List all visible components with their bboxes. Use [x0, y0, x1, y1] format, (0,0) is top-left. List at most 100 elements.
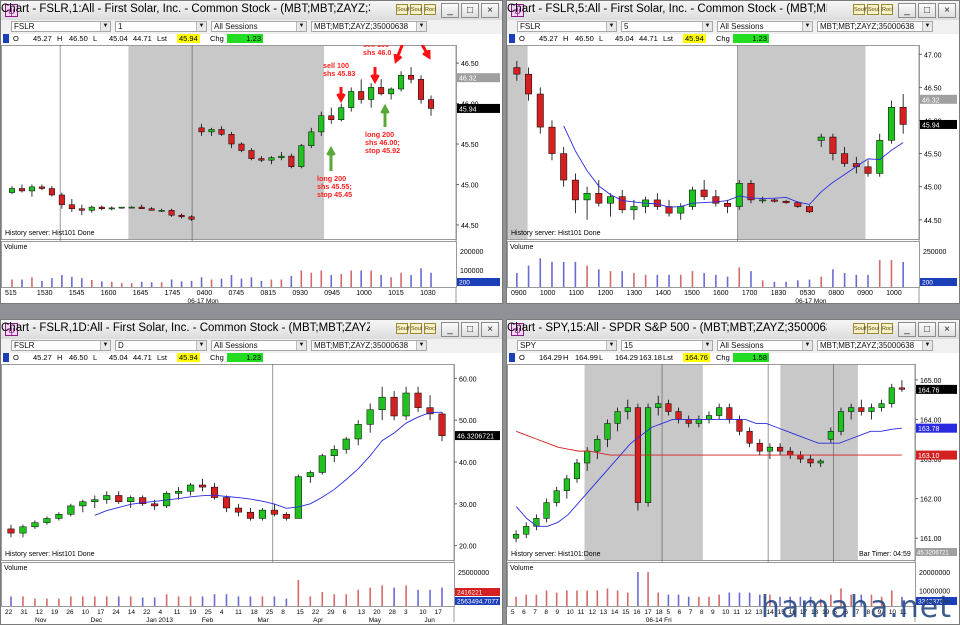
session-select[interactable]: All Sessions ▼ — [717, 21, 813, 32]
candle — [282, 512, 290, 521]
quote-low-value: 45.04 — [109, 353, 128, 362]
time-tick-label: 17 — [97, 609, 105, 616]
time-tick-label: 4 — [158, 609, 162, 616]
price-tick-label: 44.50 — [924, 218, 942, 225]
volume-bar — [555, 592, 558, 606]
maximize-icon[interactable]: □ — [918, 322, 936, 337]
link-badge[interactable]: Soulf — [853, 323, 867, 334]
maximize-icon[interactable]: □ — [461, 322, 479, 337]
candle — [735, 180, 743, 210]
volume-value-badge-red-text: 2416221 — [457, 590, 483, 597]
quote-last-value: 45.94 — [177, 34, 200, 43]
title-bar[interactable]: ψ Chart - FSLR,5:All - First Solar, Inc. … — [507, 1, 959, 21]
volume-bar — [180, 281, 183, 287]
close-icon[interactable]: × — [938, 3, 956, 18]
link-badge[interactable]: Rocl — [881, 323, 893, 334]
volume-bar — [270, 279, 273, 287]
volume-bar — [535, 594, 538, 606]
interval-select[interactable]: D ▼ — [115, 340, 207, 351]
candle — [91, 495, 99, 508]
minimize-icon[interactable]: _ — [441, 3, 459, 18]
session-select[interactable]: All Sessions ▼ — [211, 340, 307, 351]
volume-bar — [441, 587, 443, 606]
history-status-text: History server: Hist101:Done — [511, 551, 601, 558]
route-select[interactable]: MBT;MBT;ZAYZ;35000638 ▼ — [311, 21, 427, 32]
symbol-select[interactable]: FSLR ▼ — [11, 21, 111, 32]
chart-window-fslr-daily[interactable]: ψ Chart - FSLR,1D:All - First Solar, Inc.… — [0, 319, 503, 625]
maximize-icon[interactable]: □ — [918, 3, 936, 18]
chart-window-fslr-1min[interactable]: ψ Chart - FSLR,1:All - First Solar, Inc. … — [0, 0, 503, 304]
title-bar[interactable]: ψ Chart - FSLR,1D:All - First Solar, Inc.… — [1, 320, 502, 340]
candle — [878, 399, 885, 412]
link-badge[interactable]: Rocl — [424, 323, 436, 334]
title-bar[interactable]: ψ Chart - FSLR,1:All - First Solar, Inc. … — [1, 1, 502, 21]
volume-bar — [249, 596, 252, 606]
volume-bar — [360, 270, 362, 287]
history-status-text: History server: Hist101 Done — [511, 230, 601, 237]
chart-plot-area[interactable]: 46.5046.0045.5045.0044.5046.3245.94Histo… — [1, 45, 502, 303]
candle — [724, 199, 732, 214]
close-icon[interactable]: × — [938, 322, 956, 337]
link-badge[interactable]: Soulf — [396, 4, 410, 15]
link-badge[interactable]: Rocl — [424, 4, 436, 15]
chevron-down-icon: ▼ — [296, 341, 306, 350]
interval-select[interactable]: 15 ▼ — [621, 340, 713, 351]
symbol-select[interactable]: FSLR ▼ — [517, 21, 617, 32]
close-icon[interactable]: × — [481, 3, 499, 18]
volume-bar — [201, 596, 204, 606]
chart-window-spy-15min[interactable]: ψ Chart - SPY,15:All - SPDR S&P 500 - (MB… — [506, 319, 960, 625]
volume-bar — [22, 596, 24, 606]
volume-bar — [340, 274, 343, 287]
quote-high-value: 46.50 — [69, 353, 88, 362]
quote-open-value: 45.27 — [33, 353, 52, 362]
link-badge[interactable]: Soulf — [853, 4, 867, 15]
time-tick-label: 17 — [644, 609, 652, 616]
candle — [876, 133, 884, 177]
chart-plot-area[interactable]: 47.0046.5046.0045.5045.0044.5046.3245.94… — [507, 45, 959, 303]
quote-low-value: 45.04 — [615, 34, 634, 43]
chart-plot-area[interactable]: 60.00 50.00 40.00 30.00 20.00 46.3206721 Histo… — [1, 364, 502, 624]
link-badge[interactable]: Soul — [410, 4, 422, 15]
minimize-icon[interactable]: _ — [441, 322, 459, 337]
maximize-icon[interactable]: □ — [461, 3, 479, 18]
volume-bar — [429, 589, 431, 606]
candle — [78, 204, 85, 216]
title-bar[interactable]: ψ Chart - SPY,15:All - SPDR S&P 500 - (MB… — [507, 320, 959, 340]
window-buttons: _ □ × — [898, 322, 956, 337]
quote-chg-label: Chg — [716, 353, 730, 362]
chart-plot-area[interactable]: 165.00164.00163.00162.00161.00163.78163.… — [507, 364, 959, 624]
candle — [348, 87, 355, 112]
route-select[interactable]: MBT;MBT;ZAYZ;35000638 ▼ — [817, 340, 933, 351]
candle — [234, 503, 243, 517]
volume-bar — [902, 261, 904, 287]
interval-select[interactable]: 5 ▼ — [621, 21, 713, 32]
candle — [38, 184, 45, 191]
link-badge[interactable]: Soul — [410, 323, 422, 334]
link-badge[interactable]: Soul — [867, 323, 879, 334]
candle — [342, 436, 350, 454]
route-select[interactable]: MBT;MBT;ZAYZ;35000638 ▼ — [817, 21, 933, 32]
chart-window-fslr-5min[interactable]: ψ Chart - FSLR,5:All - First Solar, Inc. … — [506, 0, 960, 304]
minimize-icon[interactable]: _ — [898, 3, 916, 18]
candle — [806, 205, 813, 214]
symbol-select[interactable]: FSLR ▼ — [11, 340, 111, 351]
time-tick-label: 5 — [667, 609, 671, 616]
time-tick-label: 515 — [5, 290, 17, 297]
interval-select[interactable]: 1 ▼ — [115, 21, 207, 32]
volume-bar — [160, 282, 163, 287]
time-tick-label: 1300 — [626, 290, 642, 297]
link-badge[interactable]: Rocl — [881, 4, 893, 15]
quote-chg-value: 1.23 — [227, 34, 263, 43]
symbol-select[interactable]: SPY ▼ — [517, 340, 617, 351]
time-tick-label: 0900 — [511, 290, 527, 297]
route-select[interactable]: MBT;MBT;ZAYZ;35000638 ▼ — [311, 340, 427, 351]
volume-bar — [380, 275, 382, 287]
minimize-icon[interactable]: _ — [898, 322, 916, 337]
session-select[interactable]: All Sessions ▼ — [717, 340, 813, 351]
session-select[interactable]: All Sessions ▼ — [211, 21, 307, 32]
link-badge[interactable]: Soul — [867, 4, 879, 15]
bar-timer-text: Bar Timer: 04:59 — [859, 551, 911, 558]
close-icon[interactable]: × — [481, 322, 499, 337]
prev-price-badge-text: 46.32 — [922, 97, 940, 104]
link-badge[interactable]: Soulf — [396, 323, 410, 334]
